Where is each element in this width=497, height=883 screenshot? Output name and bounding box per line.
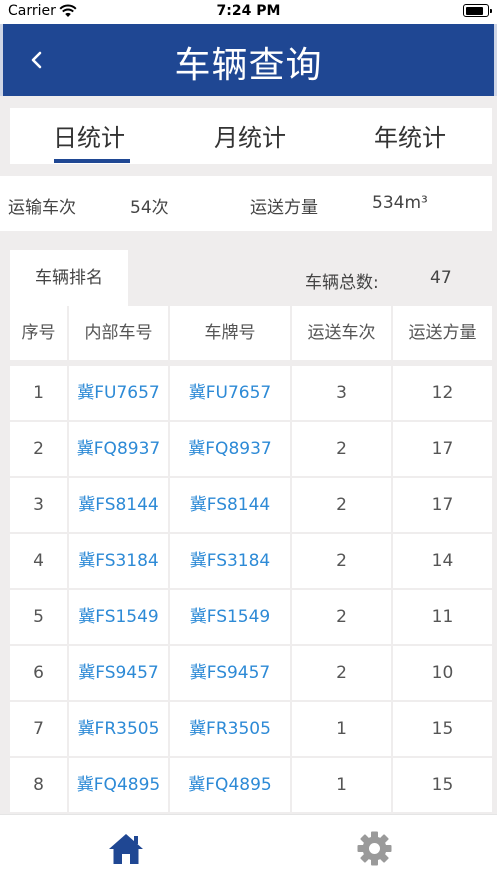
header-plate-number: 车牌号 — [170, 306, 290, 360]
trips-cell: 2 — [292, 422, 391, 476]
trips-cell: 1 — [292, 702, 391, 756]
row-index: 7 — [10, 702, 67, 756]
vehicle-total-label: 车辆总数: — [305, 273, 379, 293]
volume-cell: 11 — [393, 590, 492, 644]
plate-number-link[interactable]: 冀FS9457 — [170, 646, 290, 700]
table-row: 5 冀FS1549 冀FS1549 2 11 — [10, 590, 492, 644]
plate-number-link[interactable]: 冀FQ8937 — [170, 422, 290, 476]
trips-cell: 2 — [292, 478, 391, 532]
page-title: 车辆查询 — [174, 45, 323, 86]
volume-cell: 14 — [393, 534, 492, 588]
row-index: 5 — [10, 590, 67, 644]
navigation-bar: 车辆查询 — [0, 24, 497, 96]
header-index: 序号 — [10, 306, 67, 360]
trips-cell: 2 — [292, 590, 391, 644]
volume-cell: 15 — [393, 702, 492, 756]
trips-cell: 2 — [292, 534, 391, 588]
table-row: 4 冀FS3184 冀FS3184 2 14 — [10, 534, 492, 588]
internal-number-link[interactable]: 冀FQ8937 — [69, 422, 168, 476]
tab-daily[interactable]: 日统计 — [40, 118, 138, 153]
volume-cell: 17 — [393, 422, 492, 476]
internal-number-link[interactable]: 冀FR3505 — [69, 702, 168, 756]
table-row: 8 冀FQ4895 冀FQ4895 1 15 — [10, 758, 492, 812]
plate-number-link[interactable]: 冀FR3505 — [170, 702, 290, 756]
header-trips: 运送车次 — [292, 306, 391, 360]
row-index: 2 — [10, 422, 67, 476]
volume-cell: 10 — [393, 646, 492, 700]
trips-label: 运输车次 — [8, 198, 76, 218]
plate-number-link[interactable]: 冀FS8144 — [170, 478, 290, 532]
trips-cell: 3 — [292, 366, 391, 420]
plate-number-link[interactable]: 冀FS3184 — [170, 534, 290, 588]
row-index: 1 — [10, 366, 67, 420]
period-tabs: 日统计 月统计 年统计 — [10, 108, 492, 164]
trips-value: 54次 — [130, 198, 169, 218]
table-row: 6 冀FS9457 冀FS9457 2 10 — [10, 646, 492, 700]
internal-number-link[interactable]: 冀FS3184 — [69, 534, 168, 588]
trips-cell: 1 — [292, 758, 391, 812]
battery-icon — [463, 4, 492, 17]
gear-icon[interactable] — [356, 830, 393, 867]
header-volume: 运送方量 — [393, 306, 492, 360]
volume-cell: 15 — [393, 758, 492, 812]
volume-value: 534m³ — [372, 193, 428, 213]
home-icon[interactable] — [107, 831, 145, 867]
volume-label: 运送方量 — [250, 198, 318, 218]
internal-number-link[interactable]: 冀FQ4895 — [69, 758, 168, 812]
internal-number-link[interactable]: 冀FU7657 — [69, 366, 168, 420]
vehicle-ranking-tab[interactable]: 车辆排名 — [10, 250, 128, 306]
plate-number-link[interactable]: 冀FQ4895 — [170, 758, 290, 812]
clock: 7:24 PM — [216, 3, 281, 19]
plate-number-link[interactable]: 冀FS1549 — [170, 590, 290, 644]
table-header-row: 序号 内部车号 车牌号 运送车次 运送方量 — [10, 306, 492, 360]
volume-cell: 12 — [393, 366, 492, 420]
volume-cell: 17 — [393, 478, 492, 532]
tab-monthly[interactable]: 月统计 — [200, 118, 300, 153]
bottom-tab-bar — [0, 814, 497, 883]
summary-panel: 运输车次 54次 运送方量 534m³ — [0, 176, 492, 231]
plate-number-link[interactable]: 冀FU7657 — [170, 366, 290, 420]
table-row: 3 冀FS8144 冀FS8144 2 17 — [10, 478, 492, 532]
row-index: 6 — [10, 646, 67, 700]
vehicle-ranking-table: 序号 内部车号 车牌号 运送车次 运送方量 1 冀FU7657 冀FU7657 … — [10, 306, 492, 814]
table-row: 1 冀FU7657 冀FU7657 3 12 — [10, 366, 492, 420]
header-internal-number: 内部车号 — [69, 306, 168, 360]
selected-tab-indicator — [54, 159, 130, 163]
internal-number-link[interactable]: 冀FS1549 — [69, 590, 168, 644]
internal-number-link[interactable]: 冀FS8144 — [69, 478, 168, 532]
ranking-header: 车辆排名 车辆总数: 47 — [0, 250, 497, 306]
table-row: 7 冀FR3505 冀FR3505 1 15 — [10, 702, 492, 756]
row-index: 4 — [10, 534, 67, 588]
row-index: 3 — [10, 478, 67, 532]
trips-cell: 2 — [292, 646, 391, 700]
table-row: 2 冀FQ8937 冀FQ8937 2 17 — [10, 422, 492, 476]
tab-yearly[interactable]: 年统计 — [360, 118, 460, 153]
vehicle-total-value: 47 — [430, 268, 452, 288]
row-index: 8 — [10, 758, 67, 812]
status-bar: Carrier 7:24 PM — [0, 0, 497, 24]
internal-number-link[interactable]: 冀FS9457 — [69, 646, 168, 700]
